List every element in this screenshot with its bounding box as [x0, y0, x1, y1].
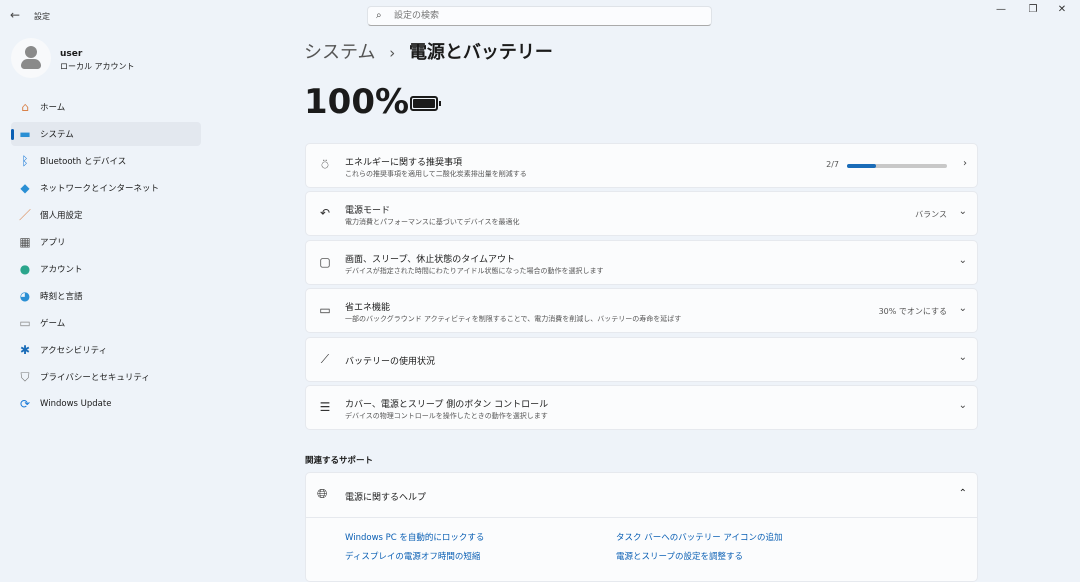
brush-icon: ／: [18, 208, 31, 222]
link-taskbar-battery[interactable]: タスク バーへのバッテリー アイコンの追加: [616, 531, 782, 543]
sidebar-item-time-language[interactable]: ◕ 時刻と言語: [11, 284, 201, 308]
home-icon: ⌂: [21, 100, 29, 114]
apps-icon: ▦: [19, 235, 31, 249]
settings-card[interactable]: ▭ 省エネ機能一部のバックグラウンド アクティビティを制限することで、電力消費を削…: [305, 288, 978, 333]
card-subtitle: 一部のバックグラウンド アクティビティを制限することで、電力消費を削減し、バッテ…: [345, 315, 682, 323]
card-title: 省エネ機能: [345, 303, 391, 313]
card-title: バッテリーの使用状況: [345, 357, 436, 367]
button-controls-icon: ☰: [319, 400, 331, 414]
sleep-timeout-icon: ▢: [319, 255, 331, 269]
back-button[interactable]: ←: [10, 8, 20, 22]
sidebar-item-label: アカウント: [40, 265, 83, 275]
battery-percent: 100%: [304, 82, 410, 122]
bluetooth-icon: ᛒ: [21, 154, 29, 168]
chevron-down-icon[interactable]: ⌄: [959, 303, 967, 314]
chevron-up-icon[interactable]: ⌃: [959, 488, 967, 499]
card-title: カバー、電源とスリープ 側のボタン コントロール: [345, 400, 549, 410]
progress-bar: [847, 164, 947, 168]
account-type: ローカル アカウント: [60, 62, 135, 71]
sidebar-item-label: ホーム: [40, 103, 66, 113]
sidebar-item-bluetooth[interactable]: ᛒ Bluetooth とデバイス: [11, 149, 201, 173]
search-icon: ⌕: [376, 10, 382, 21]
help-header[interactable]: 🌐︎ 電源に関するヘルプ ⌃: [306, 473, 977, 518]
maximize-button[interactable]: ❐: [1023, 4, 1043, 15]
chevron-right-icon[interactable]: ›: [963, 158, 967, 169]
page-title: 電源とバッテリー: [408, 42, 553, 63]
card-value: バランス: [915, 210, 947, 219]
card-title: 電源モード: [345, 206, 391, 216]
shield-icon: ⛉: [20, 370, 30, 384]
chevron-down-icon[interactable]: ⌄: [959, 255, 967, 266]
chevron-down-icon[interactable]: ⌄: [959, 400, 967, 411]
sidebar-item-accessibility[interactable]: ✱ アクセシビリティ: [11, 338, 201, 362]
sidebar-item-label: プライバシーとセキュリティ: [40, 373, 150, 383]
sidebar-item-wifi[interactable]: ◆ ネットワークとインターネット: [11, 176, 201, 200]
card-subtitle: 電力消費とパフォーマンスに基づいてデバイスを最適化: [345, 218, 520, 226]
card-title: 画面、スリープ、休止状態のタイムアウト: [345, 255, 516, 265]
account-icon: ●: [19, 262, 31, 276]
search-input[interactable]: [394, 9, 694, 23]
wifi-icon: ◆: [20, 181, 30, 195]
sidebar-item-update[interactable]: ⟳ Windows Update: [11, 392, 201, 416]
link-auto-lock[interactable]: Windows PC を自動的にロックする: [345, 531, 484, 543]
breadcrumb: システム › 電源とバッテリー: [304, 38, 553, 64]
usage-chart-icon: ⟋: [320, 352, 330, 366]
help-title: 電源に関するヘルプ: [345, 493, 427, 503]
breadcrumb-separator: ›: [389, 44, 396, 62]
sidebar-item-apps[interactable]: ▦ アプリ: [11, 230, 201, 254]
energy-saver-icon: ▭: [319, 303, 331, 317]
sidebar-item-label: Windows Update: [40, 399, 112, 409]
sidebar-item-label: アプリ: [40, 238, 66, 248]
settings-card[interactable]: ↶ 電源モード電力消費とパフォーマンスに基づいてデバイスを最適化 バランス ⌄: [305, 191, 978, 236]
sidebar-item-account[interactable]: ● アカウント: [11, 257, 201, 281]
link-display-off[interactable]: ディスプレイの電源オフ時間の短縮: [345, 550, 480, 562]
settings-card[interactable]: ▢ 画面、スリープ、休止状態のタイムアウトデバイスが指定された時間にわたりアイドル…: [305, 240, 978, 285]
accessibility-icon: ✱: [19, 343, 31, 357]
sidebar-item-label: ゲーム: [40, 319, 66, 329]
sidebar-item-label: 個人用設定: [40, 211, 83, 221]
close-button[interactable]: ✕: [1052, 4, 1072, 15]
sidebar-item-brush[interactable]: ／ 個人用設定: [11, 203, 201, 227]
chevron-down-icon[interactable]: ⌄: [959, 352, 967, 363]
sidebar-item-system[interactable]: ▬ システム: [11, 122, 201, 146]
sidebar-nav: ⌂ ホーム ▬ システム ᛒ Bluetooth とデバイス ◆ ネットワークとインターネット…: [11, 95, 201, 419]
system-icon: ▬: [19, 127, 31, 141]
gaming-icon: ▭: [19, 316, 31, 330]
link-power-sleep[interactable]: 電源とスリープの設定を調整する: [616, 550, 743, 562]
progress-label: 2/7: [826, 160, 839, 169]
sidebar-item-label: Bluetooth とデバイス: [40, 157, 127, 167]
sidebar-item-label: 時刻と言語: [40, 292, 83, 302]
card-subtitle: これらの推奨事項を適用して二酸化炭素排出量を削減する: [345, 170, 527, 178]
card-subtitle: デバイスの物理コントロールを操作したときの動作を選択します: [345, 412, 548, 420]
chevron-down-icon[interactable]: ⌄: [959, 206, 967, 217]
settings-card[interactable]: ⍥ エネルギーに関する推奨事項これらの推奨事項を適用して二酸化炭素排出量を削減する…: [305, 143, 978, 188]
user-name: user: [60, 49, 83, 59]
avatar[interactable]: [11, 38, 51, 78]
time-language-icon: ◕: [19, 289, 31, 303]
settings-card[interactable]: ☰ カバー、電源とスリープ 側のボタン コントロール デバイスの物理コントロールを操…: [305, 385, 978, 430]
related-support-heading: 関連するサポート: [305, 456, 374, 466]
sidebar-item-shield[interactable]: ⛉ プライバシーとセキュリティ: [11, 365, 201, 389]
app-title: 設定: [34, 12, 50, 21]
card-value: 30% でオンにする: [878, 307, 947, 316]
card-subtitle: デバイスが指定された時間にわたりアイドル状態になった場合の動作を選択します: [345, 267, 604, 275]
minimize-button[interactable]: —: [991, 4, 1011, 15]
update-icon: ⟳: [19, 397, 31, 411]
globe-icon: 🌐︎: [317, 487, 328, 502]
breadcrumb-parent[interactable]: システム: [304, 42, 375, 63]
sidebar-item-label: システム: [40, 130, 74, 140]
sidebar-item-label: ネットワークとインターネット: [40, 184, 160, 194]
sidebar-item-gaming[interactable]: ▭ ゲーム: [11, 311, 201, 335]
settings-card[interactable]: ⟋ バッテリーの使用状況 ⌄: [305, 337, 978, 382]
card-title: エネルギーに関する推奨事項: [345, 158, 463, 168]
leaf-icon: ⍥: [321, 158, 329, 172]
help-card: 🌐︎ 電源に関するヘルプ ⌃ Windows PC を自動的にロックする ディス…: [305, 472, 978, 582]
sidebar-item-home[interactable]: ⌂ ホーム: [11, 95, 201, 119]
search-box[interactable]: ⌕: [367, 6, 712, 26]
sidebar-item-label: アクセシビリティ: [40, 346, 108, 356]
power-mode-icon: ↶: [319, 206, 331, 220]
title-bar: ← 設定 ⌕ — ❐ ✕: [0, 0, 1080, 32]
battery-icon: [410, 96, 441, 111]
